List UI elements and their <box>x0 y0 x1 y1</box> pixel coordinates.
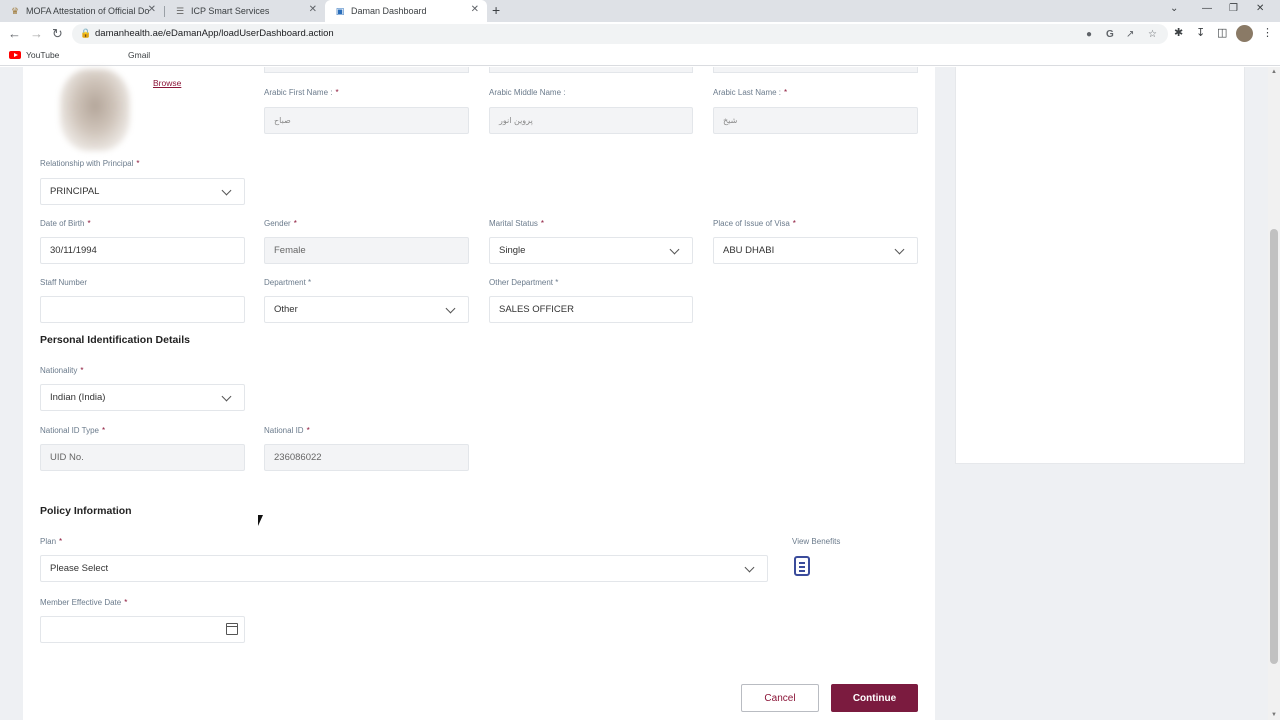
bookmark-youtube[interactable]: YouTube <box>9 50 59 60</box>
arabic-first-name-field[interactable]: صباح <box>264 107 469 134</box>
tab-icp[interactable]: ☰ ICP Smart Services ✕ <box>165 0 325 22</box>
identification-heading: Personal Identification Details <box>40 334 190 346</box>
chevron-down-icon <box>669 244 680 255</box>
arabic-middle-name-field[interactable]: پروین انور <box>489 107 693 134</box>
arabic-last-name-field[interactable]: شيخ <box>713 107 918 134</box>
url-text: damanhealth.ae/eDamanApp/loadUserDashboa… <box>95 28 334 39</box>
chevron-down-icon <box>221 391 232 402</box>
page-scrollbar[interactable]: ▲ ▼ <box>1268 67 1280 720</box>
close-icon[interactable]: ✕ <box>471 4 479 15</box>
nationality-label: Nationality * <box>40 366 84 375</box>
policy-heading: Policy Information <box>40 505 132 517</box>
department-label: Department * <box>264 278 312 287</box>
cancel-button[interactable]: Cancel <box>741 684 819 712</box>
close-icon[interactable]: ✕ <box>148 4 156 15</box>
location-icon[interactable]: ● <box>1086 29 1092 40</box>
english-middle-name-field[interactable] <box>489 67 693 73</box>
marital-status-select[interactable]: Single <box>489 237 693 264</box>
browser-tab-bar: ♛ MOFA Attestation of Official Do ✕ ☰ IC… <box>0 0 1280 22</box>
member-photo <box>60 69 130 151</box>
window-close-icon[interactable]: ✕ <box>1256 3 1264 14</box>
arabic-middle-name-label: Arabic Middle Name : <box>489 88 566 97</box>
tab-daman[interactable]: ▣ Daman Dashboard ✕ <box>325 0 487 22</box>
chevron-down-icon <box>221 185 232 196</box>
arabic-first-name-label: Arabic First Name : * <box>264 88 339 97</box>
menu-icon[interactable]: ⋮ <box>1262 26 1273 39</box>
relationship-label: Relationship with Principal * <box>40 159 140 168</box>
scroll-thumb[interactable] <box>1270 229 1278 664</box>
nationality-select[interactable]: Indian (India) <box>40 384 245 411</box>
plan-label: Plan * <box>40 537 63 546</box>
english-last-name-field[interactable] <box>713 67 918 73</box>
scroll-up-icon[interactable]: ▲ <box>1271 69 1277 75</box>
lock-icon: 🔒 <box>80 28 92 38</box>
browser-toolbar: ← → ↻ 🔒 damanhealth.ae/eDamanApp/loadUse… <box>0 22 1280 46</box>
other-department-field[interactable]: SALES OFFICER <box>489 296 693 323</box>
tab-title: MOFA Attestation of Official Do <box>26 6 150 16</box>
side-panel <box>955 67 1245 464</box>
continue-button[interactable]: Continue <box>831 684 918 712</box>
effective-date-field[interactable] <box>40 616 245 643</box>
relationship-select[interactable]: PRINCIPAL <box>40 178 245 205</box>
tab-title: ICP Smart Services <box>191 6 270 16</box>
chevron-down-icon <box>894 244 905 255</box>
chevron-down-icon <box>744 562 755 573</box>
document-icon[interactable] <box>794 556 810 576</box>
national-id-field[interactable]: 236086022 <box>264 444 469 471</box>
browse-photo-link[interactable]: Browse <box>153 78 181 88</box>
national-id-label: National ID * <box>264 426 310 435</box>
tab-title: Daman Dashboard <box>351 6 427 16</box>
bookmark-gmail[interactable]: Gmail <box>128 50 150 60</box>
reload-icon[interactable]: ↻ <box>52 26 63 42</box>
staff-number-label: Staff Number <box>40 278 87 287</box>
english-first-name-field[interactable] <box>264 67 469 73</box>
bookmark-label: YouTube <box>26 50 60 60</box>
star-icon[interactable]: ☆ <box>1148 29 1157 40</box>
bookmark-label: Gmail <box>128 50 151 60</box>
staff-number-field[interactable] <box>40 296 245 323</box>
effective-date-label: Member Effective Date * <box>40 598 128 607</box>
scroll-down-icon[interactable]: ▼ <box>1271 712 1277 718</box>
bookmarks-bar: YouTube Gmail <box>0 46 1280 66</box>
daman-icon: ▣ <box>335 6 345 16</box>
department-select[interactable]: Other <box>264 296 469 323</box>
marital-status-label: Marital Status * <box>489 219 545 228</box>
sidepanel-icon[interactable]: ◫ <box>1217 26 1227 39</box>
other-department-label: Other Department * <box>489 278 559 287</box>
emblem-icon: ♛ <box>10 6 20 16</box>
restore-icon[interactable]: ❐ <box>1229 3 1238 14</box>
minimize-icon[interactable]: — <box>1202 3 1212 14</box>
extensions-icon[interactable]: ✱ <box>1174 26 1183 39</box>
visa-place-select[interactable]: ABU DHABI <box>713 237 918 264</box>
mouse-cursor-icon <box>258 515 263 526</box>
view-benefits-label: View Benefits <box>792 537 841 546</box>
tab-search-icon[interactable]: ⌄ <box>1170 3 1178 14</box>
national-id-type-field[interactable]: UID No. <box>40 444 245 471</box>
national-id-type-label: National ID Type * <box>40 426 106 435</box>
google-lens-icon[interactable]: G <box>1106 29 1114 40</box>
back-arrow-icon[interactable]: ← <box>8 26 21 42</box>
profile-avatar[interactable] <box>1236 25 1253 42</box>
new-tab-icon[interactable]: + <box>492 2 500 18</box>
share-icon[interactable]: ↗ <box>1126 29 1134 40</box>
youtube-icon <box>9 51 21 59</box>
chevron-down-icon <box>445 303 456 314</box>
tab-mofa[interactable]: ♛ MOFA Attestation of Official Do ✕ <box>0 0 164 22</box>
arabic-last-name-label: Arabic Last Name : * <box>713 88 788 97</box>
gender-field[interactable]: Female <box>264 237 469 264</box>
forward-arrow-icon[interactable]: → <box>30 26 43 42</box>
address-bar[interactable]: 🔒 damanhealth.ae/eDamanApp/loadUserDashb… <box>72 24 1168 44</box>
close-icon[interactable]: ✕ <box>309 4 317 15</box>
plan-select[interactable]: Please Select <box>40 555 768 582</box>
dob-field[interactable]: 30/11/1994 <box>40 237 245 264</box>
visa-place-label: Place of Issue of Visa * <box>713 219 796 228</box>
dob-label: Date of Birth * <box>40 219 91 228</box>
download-icon[interactable]: ↧ <box>1196 26 1205 39</box>
gender-label: Gender * <box>264 219 297 228</box>
icp-icon: ☰ <box>175 6 185 16</box>
calendar-icon[interactable] <box>226 623 238 635</box>
